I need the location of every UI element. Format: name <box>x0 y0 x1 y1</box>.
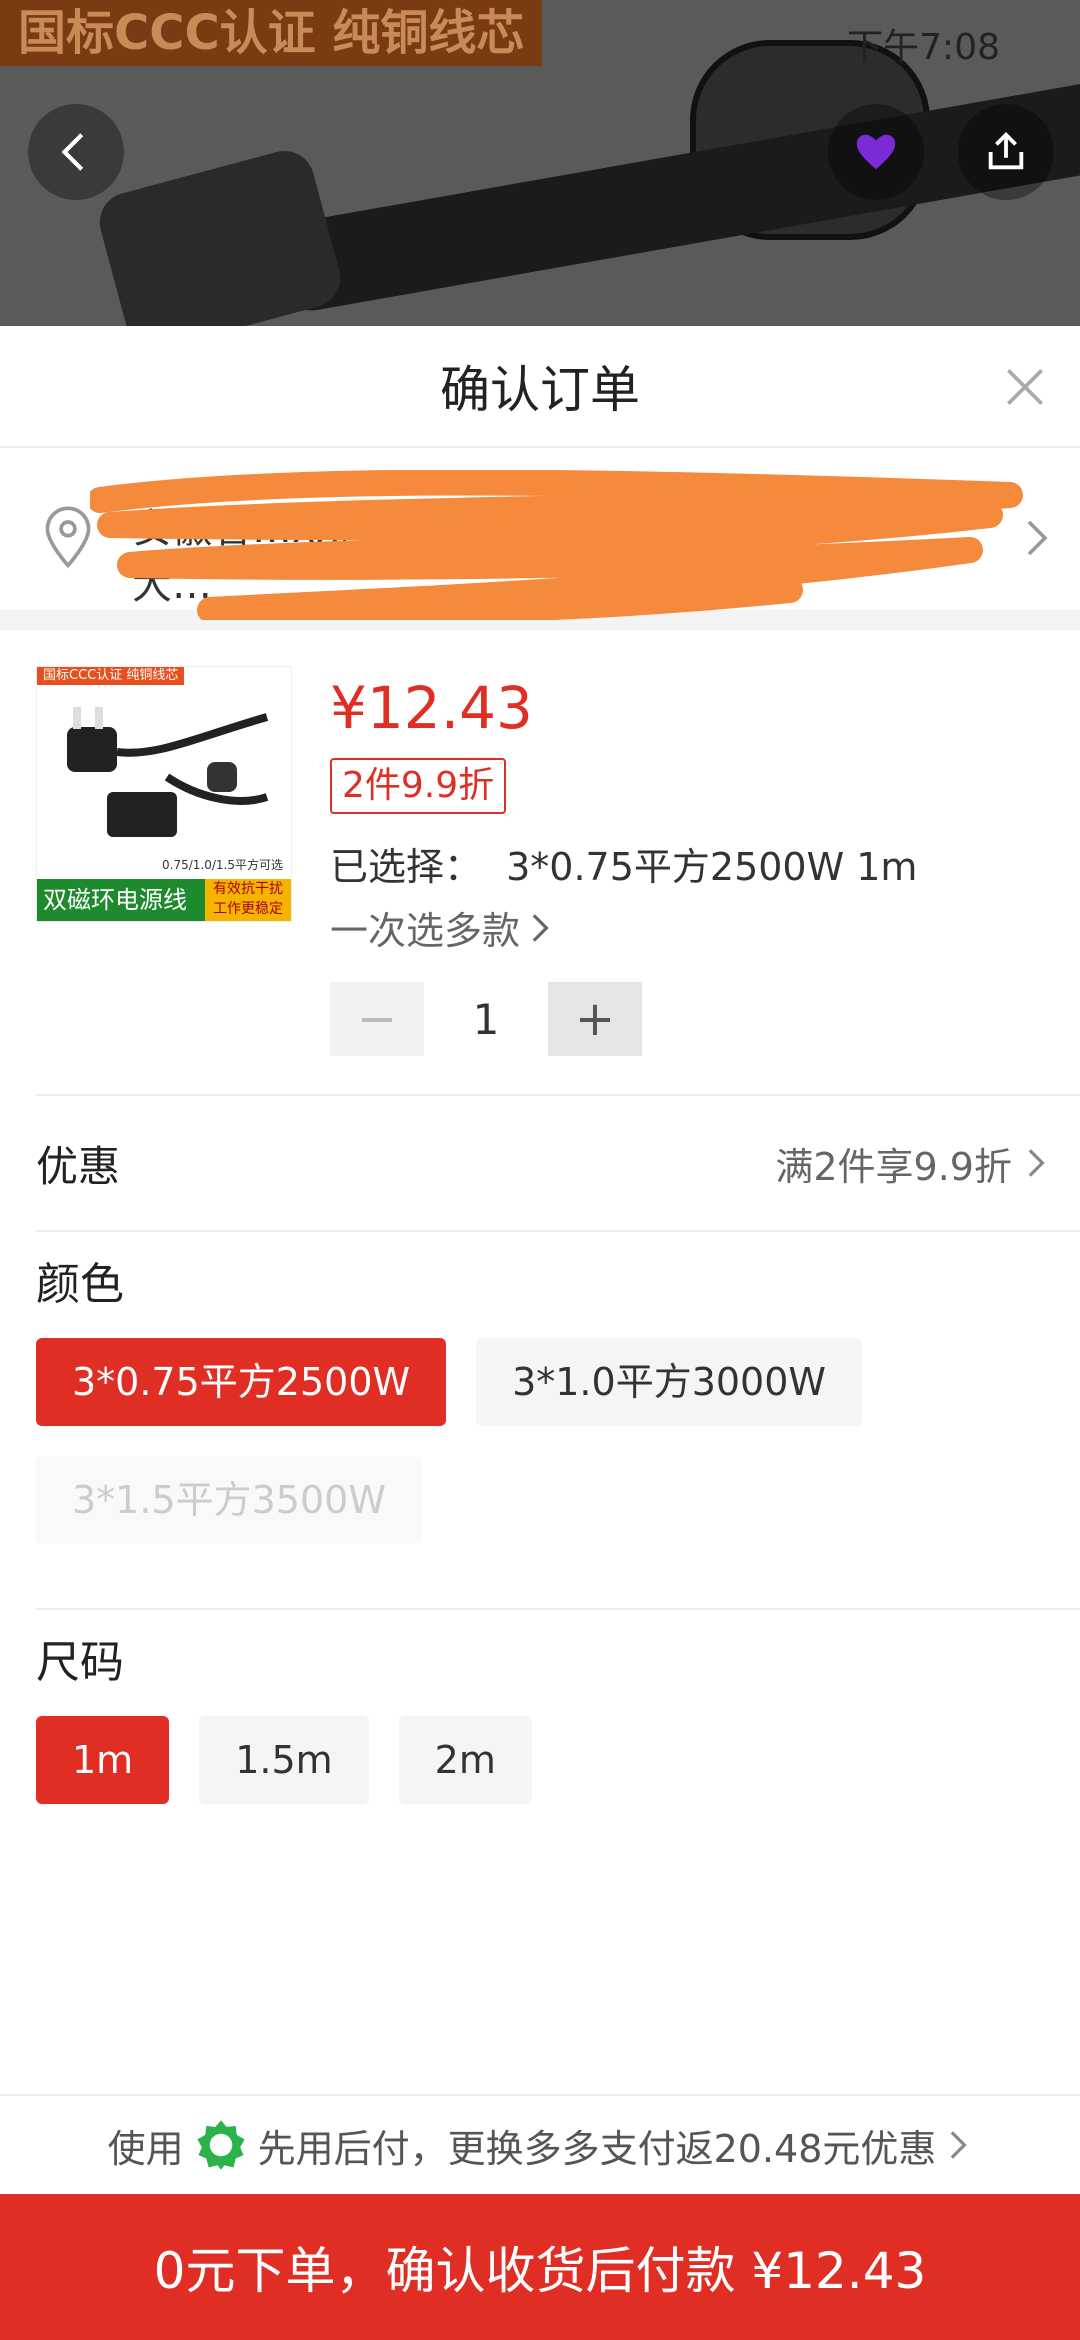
cable-image <box>259 72 1080 318</box>
color-section: 颜色 3*0.75平方2500W 3*1.0平方3000W 3*1.5平方350… <box>36 1232 1080 1610</box>
address-row[interactable]: 安徽省…xx区 xx路 …号楼…室… 大… <box>0 448 1080 630</box>
thumbnail-top-label: 国标CCC认证 纯铜线芯 <box>37 667 185 685</box>
page-title: 确认订单 <box>440 361 640 419</box>
favorite-button[interactable] <box>828 104 924 200</box>
pay-tip-text: 先用后付，更换多多支付返20.48元优惠 <box>257 2126 937 2171</box>
close-icon[interactable] <box>1000 362 1050 412</box>
thumbnail-badge: 有效抗干扰 工作更稳定 <box>205 879 291 921</box>
back-icon <box>61 133 84 171</box>
share-button[interactable] <box>958 104 1054 200</box>
selected-value: 3*0.75平方2500W 1m <box>506 845 918 889</box>
color-option-0.75[interactable]: 3*0.75平方2500W <box>36 1338 447 1426</box>
selected-label: 已选择： <box>330 845 483 889</box>
size-title: 尺码 <box>36 1637 124 1688</box>
back-button[interactable] <box>28 104 124 200</box>
product-card: 国标CCC认证 纯铜线芯 0.75/1.0/1.5平方可选 双磁环电源线 有效抗… <box>36 630 1080 1096</box>
discount-tag: 2件9.9折 <box>330 758 507 814</box>
pay-tip-prefix: 使用 <box>107 2126 184 2171</box>
product-price: ¥12.43 <box>330 674 533 742</box>
coupon-value: 满2件享9.9折 <box>775 1144 1012 1189</box>
share-icon <box>988 132 1024 170</box>
product-thumbnail[interactable]: 国标CCC认证 纯铜线芯 0.75/1.0/1.5平方可选 双磁环电源线 有效抗… <box>36 666 292 922</box>
pay-later-badge-icon <box>196 2120 245 2170</box>
submit-order-button[interactable]: 0元下单，确认收货后付款 ¥12.43 <box>0 2194 1080 2340</box>
confirm-order-sheet: 确认订单 安徽省…xx区 xx路 …号楼…室… 大… 国标CCC认证 纯铜线芯 … <box>0 326 1080 2340</box>
quantity-value: 1 <box>472 994 500 1044</box>
coupon-label: 优惠 <box>36 1141 121 1191</box>
thumbnail-spec: 0.75/1.0/1.5平方可选 <box>162 858 283 872</box>
chevron-right-icon <box>951 2131 968 2159</box>
size-option-1.5m[interactable]: 1.5m <box>199 1716 369 1804</box>
color-title: 颜色 <box>36 1259 124 1310</box>
sheet-header: 确认订单 <box>0 326 1080 448</box>
size-options: 1m 1.5m 2m <box>36 1698 1080 1868</box>
coupon-value-wrap: 满2件享9.9折 <box>775 1136 1050 1191</box>
chevron-right-icon <box>532 913 549 942</box>
multi-select-link[interactable]: 一次选多款 <box>330 900 554 955</box>
plug-image <box>93 144 347 326</box>
coupon-row[interactable]: 优惠 满2件享9.9折 <box>36 1096 1080 1232</box>
hero-banner: 国标CCC认证 纯铜线芯 <box>0 0 543 66</box>
size-section: 尺码 1m 1.5m 2m <box>36 1610 1080 1868</box>
multi-select-label: 一次选多款 <box>330 909 521 953</box>
increase-button[interactable]: + <box>548 982 642 1056</box>
chevron-right-icon <box>1028 1149 1045 1177</box>
color-options: 3*0.75平方2500W 3*1.0平方3000W 3*1.5平方3500W <box>36 1320 1080 1608</box>
pay-later-tip[interactable]: 使用 先用后付，更换多多支付返20.48元优惠 <box>0 2094 1080 2194</box>
heart-icon <box>856 134 896 170</box>
chevron-right-icon <box>1027 520 1048 556</box>
decrease-button[interactable]: − <box>330 982 424 1056</box>
quantity-stepper: − 1 + <box>330 982 642 1056</box>
selected-spec: 已选择： 3*0.75平方2500W 1m <box>330 836 917 891</box>
status-time: 下午7:08 <box>847 27 1000 68</box>
redaction-scribble <box>90 470 1023 620</box>
power-cord-illustration <box>67 707 269 837</box>
location-pin-icon <box>45 506 91 569</box>
size-option-2m[interactable]: 2m <box>398 1716 532 1804</box>
color-option-1.0[interactable]: 3*1.0平方3000W <box>476 1338 862 1426</box>
color-option-1.5[interactable]: 3*1.5平方3500W <box>36 1456 422 1544</box>
product-hero-background: 国标CCC认证 纯铜线芯 下午7:08 <box>0 0 1080 326</box>
size-option-1m[interactable]: 1m <box>36 1716 170 1804</box>
